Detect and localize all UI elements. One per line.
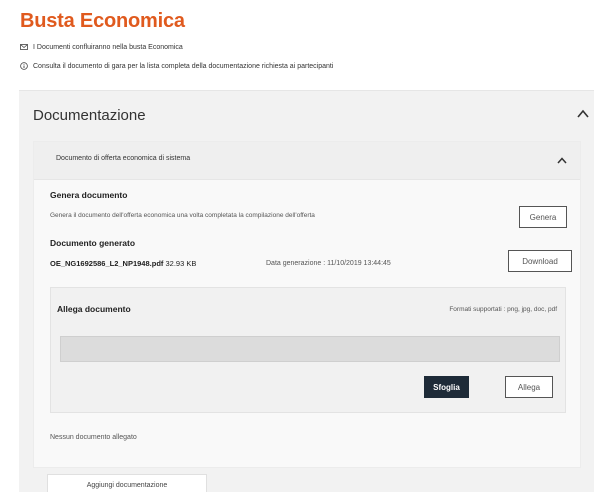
genera-documento-label: Genera documento — [50, 190, 128, 200]
allega-button[interactable]: Allega — [505, 376, 553, 398]
documentazione-panel: Documentazione Documento di offerta econ… — [19, 90, 594, 492]
section-title: Documento di offerta economica di sistem… — [56, 155, 191, 162]
documento-generato-label: Documento generato — [50, 238, 136, 248]
no-attachments-message: Nessun documento allegato — [50, 434, 137, 441]
generation-date: Data generazione : 11/10/2019 13:44:45 — [266, 260, 391, 267]
genera-button[interactable]: Genera — [519, 206, 567, 228]
allega-documento-label: Allega documento — [57, 304, 131, 314]
page-title: Busta Economica — [20, 10, 185, 32]
documentazione-header[interactable]: Documentazione — [33, 107, 146, 124]
section-header[interactable]: Documento di offerta economica di sistem… — [34, 142, 580, 180]
chevron-up-icon[interactable] — [556, 154, 568, 166]
genera-documento-description: Genera il documento dell'offerta economi… — [50, 212, 315, 219]
info-text-busta: I Documenti confluiranno nella busta Eco… — [33, 43, 183, 51]
envelope-icon — [20, 43, 28, 51]
generated-filesize: 32.93 KB — [165, 259, 197, 268]
generated-filename[interactable]: OE_NG1692586_L2_NP1948.pdf — [50, 259, 163, 268]
info-line-consulta: Consulta il documento di gara per la lis… — [20, 62, 333, 70]
allega-documento-box: Allega documento Formati supportati : pn… — [50, 287, 566, 413]
chevron-up-icon[interactable] — [576, 107, 590, 121]
sfoglia-button[interactable]: Sfoglia — [424, 376, 469, 398]
generated-file-info: OE_NG1692586_L2_NP1948.pdf 32.93 KB — [50, 259, 196, 268]
download-button[interactable]: Download — [508, 250, 572, 272]
file-path-input[interactable] — [60, 336, 560, 362]
info-text-consulta: Consulta il documento di gara per la lis… — [33, 62, 334, 70]
supported-formats: Formati supportati : png, jpg, doc, pdf — [449, 306, 557, 313]
info-icon — [20, 62, 28, 70]
info-line-busta: I Documenti confluiranno nella busta Eco… — [20, 43, 183, 51]
aggiungi-documentazione-button[interactable]: Aggiungi documentazione — [47, 474, 207, 492]
offerta-economica-section: Documento di offerta economica di sistem… — [33, 141, 581, 468]
